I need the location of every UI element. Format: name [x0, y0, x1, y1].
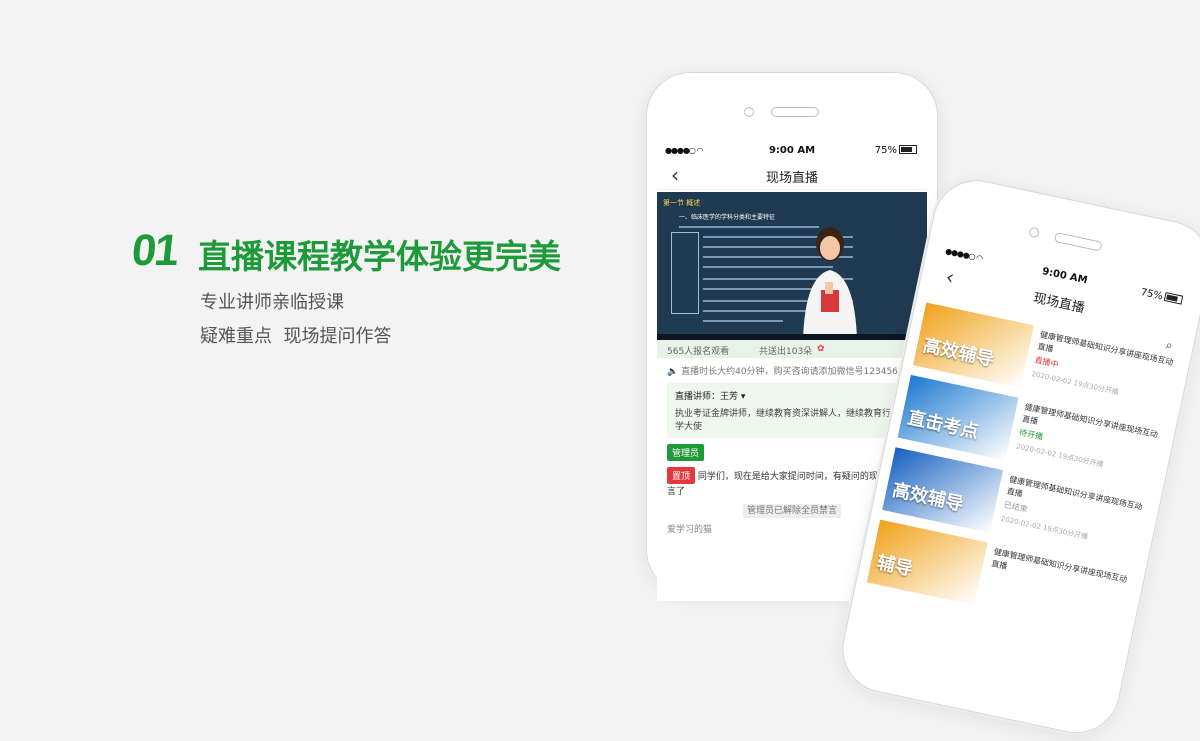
admin-badge: 管理员: [667, 444, 705, 461]
teacher-name[interactable]: 直播讲师：王芳 ▾: [675, 389, 909, 402]
slide-table-box: [671, 232, 699, 314]
watch-stats-bar: 565人报名观看 共送出103朵 ✿ ⛶: [657, 340, 927, 358]
system-text: 管理员已解除全员禁言: [742, 504, 841, 518]
thumbnail-caption: 高效辅导: [890, 479, 966, 516]
course-list: 高效辅导 健康管理师基础知识分享讲座现场互动直播 直播中 2020-02-02 19点…: [866, 302, 1181, 637]
live-notice: 🔈 直播时长大约40分钟，购买咨询请添加微信号123456: [657, 358, 927, 383]
course-info: 健康管理师基础知识分享讲座现场互动直播 待开播 2020-02-02 19点30分开…: [1015, 401, 1159, 480]
battery-percent: 75%: [1139, 287, 1164, 303]
thumbnail-caption: 高效辅导: [921, 335, 996, 371]
earpiece-speaker: [771, 107, 819, 117]
notice-text: 直播时长大约40分钟，购买咨询请添加微信号123456: [681, 367, 898, 377]
page-title: 现场直播: [765, 171, 818, 186]
video-heading: 一、临床医学的学科分类和主要特征: [679, 214, 776, 221]
status-bar: ●●●●○ ◠ 9:00 AM 75%: [657, 141, 927, 161]
feature-subtitle-1: 专业讲师亲临授课: [200, 292, 344, 313]
battery-indicator: 75%: [875, 145, 917, 156]
nav-bar: ‹ 现场直播: [657, 161, 927, 190]
feature-number: 01: [129, 226, 180, 275]
flower-count: 共送出103朵: [759, 347, 813, 357]
pinned-badge: 置顶: [667, 467, 696, 484]
course-thumbnail: 直击考点: [897, 374, 1019, 461]
speaker-icon: 🔈: [667, 367, 679, 377]
front-camera: [744, 107, 754, 117]
front-camera: [1028, 226, 1041, 239]
feature-title: 直播课程教学体验更完美: [198, 237, 561, 276]
battery-percent: 75%: [874, 145, 897, 156]
teacher-description: 执业考证金牌讲师，继续教育资深讲解人，继续教育行业助学大使: [675, 409, 910, 432]
earpiece-speaker: [1053, 231, 1103, 252]
thumbnail-caption: 直击考点: [905, 407, 981, 443]
viewer-count: 565人报名观看: [667, 347, 730, 357]
video-player[interactable]: 第一节 概述 一、临床医学的学科分类和主要特征: [657, 192, 927, 340]
battery-icon: [1163, 292, 1184, 305]
course-thumbnail: 高效辅导: [882, 447, 1004, 533]
teacher-label: 直播讲师：王芳: [675, 392, 739, 402]
caret-down-icon: ▾: [740, 392, 746, 402]
thumbnail-caption: 辅导: [874, 552, 915, 581]
course-info: 健康管理师基础知识分享讲座现场互动直播 已结束 2020-02-02 19点30分开…: [1000, 474, 1144, 553]
course-thumbnail: 辅导: [866, 519, 988, 606]
feature-subtitle-2: 疑难重点 现场提问作答: [200, 326, 392, 347]
flower-icon: ✿: [817, 344, 825, 354]
battery-icon: [899, 145, 917, 154]
video-section-label: 第一节 概述: [663, 199, 701, 207]
teacher-card: 直播讲师：王芳 ▾ 执业考证金牌讲师，继续教育资深讲解人，继续教育行业助学大使: [667, 383, 917, 438]
lecturer-figure: [803, 227, 857, 340]
